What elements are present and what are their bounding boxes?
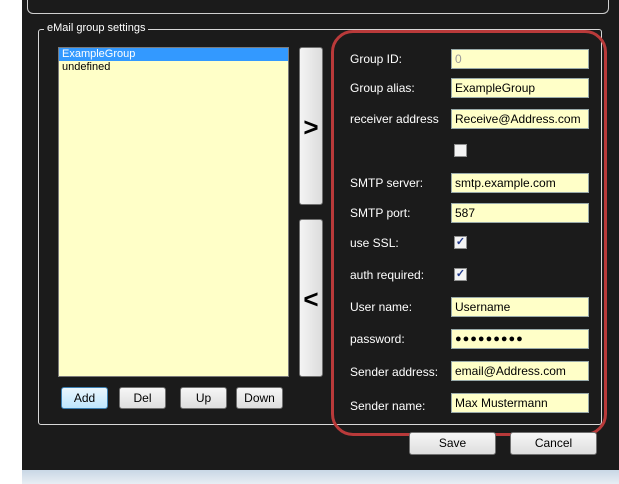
add-button[interactable]: Add	[61, 387, 108, 409]
receiver-address-label: receiver address	[350, 112, 439, 126]
sender-address-field[interactable]: email@Address.com	[451, 361, 589, 381]
checkmark-icon: ✓	[455, 268, 466, 280]
user-name-label: User name:	[350, 300, 413, 314]
receiver-address-field[interactable]: Receive@Address.com	[451, 109, 589, 129]
window-bottom-edge	[22, 470, 619, 484]
list-item-undefined[interactable]: undefined	[59, 61, 288, 74]
smtp-server-field[interactable]: smtp.example.com	[451, 173, 589, 193]
sender-address-label: Sender address:	[350, 365, 439, 379]
password-label: password:	[350, 332, 405, 346]
auth-required-checkbox[interactable]: ✓	[454, 268, 467, 281]
email-group-list[interactable]: ExampleGroup undefined	[58, 47, 289, 377]
delete-button[interactable]: Del	[119, 387, 166, 409]
list-item-examplegroup[interactable]: ExampleGroup	[59, 48, 288, 61]
group-alias-field[interactable]: ExampleGroup	[451, 78, 589, 98]
groupbox-title: eMail group settings	[44, 21, 149, 35]
use-ssl-checkbox[interactable]: ✓	[454, 236, 467, 249]
move-right-button[interactable]: >	[299, 47, 323, 205]
move-left-button[interactable]: <	[299, 219, 323, 377]
use-ssl-label: use SSL:	[350, 236, 399, 250]
save-button[interactable]: Save	[409, 432, 496, 455]
cancel-button[interactable]: Cancel	[510, 432, 597, 455]
smtp-port-label: SMTP port:	[350, 206, 411, 220]
auth-required-label: auth required:	[350, 268, 425, 282]
group-id-label: Group ID:	[350, 52, 403, 66]
group-alias-label: Group alias:	[350, 81, 415, 95]
smtp-server-label: SMTP server:	[350, 176, 424, 190]
receiver-checkbox[interactable]	[454, 144, 467, 157]
group-id-field: 0	[451, 49, 589, 69]
password-field[interactable]: ●●●●●●●●●	[451, 329, 589, 349]
checkmark-icon: ✓	[455, 236, 466, 248]
smtp-port-field[interactable]: 587	[451, 203, 589, 223]
sender-name-field[interactable]: Max Mustermann	[451, 393, 589, 413]
move-up-button[interactable]: Up	[180, 387, 227, 409]
sender-name-label: Sender name:	[350, 399, 426, 413]
user-name-field[interactable]: Username	[451, 297, 589, 317]
move-down-button[interactable]: Down	[236, 387, 283, 409]
top-panel-edge	[27, 0, 609, 14]
